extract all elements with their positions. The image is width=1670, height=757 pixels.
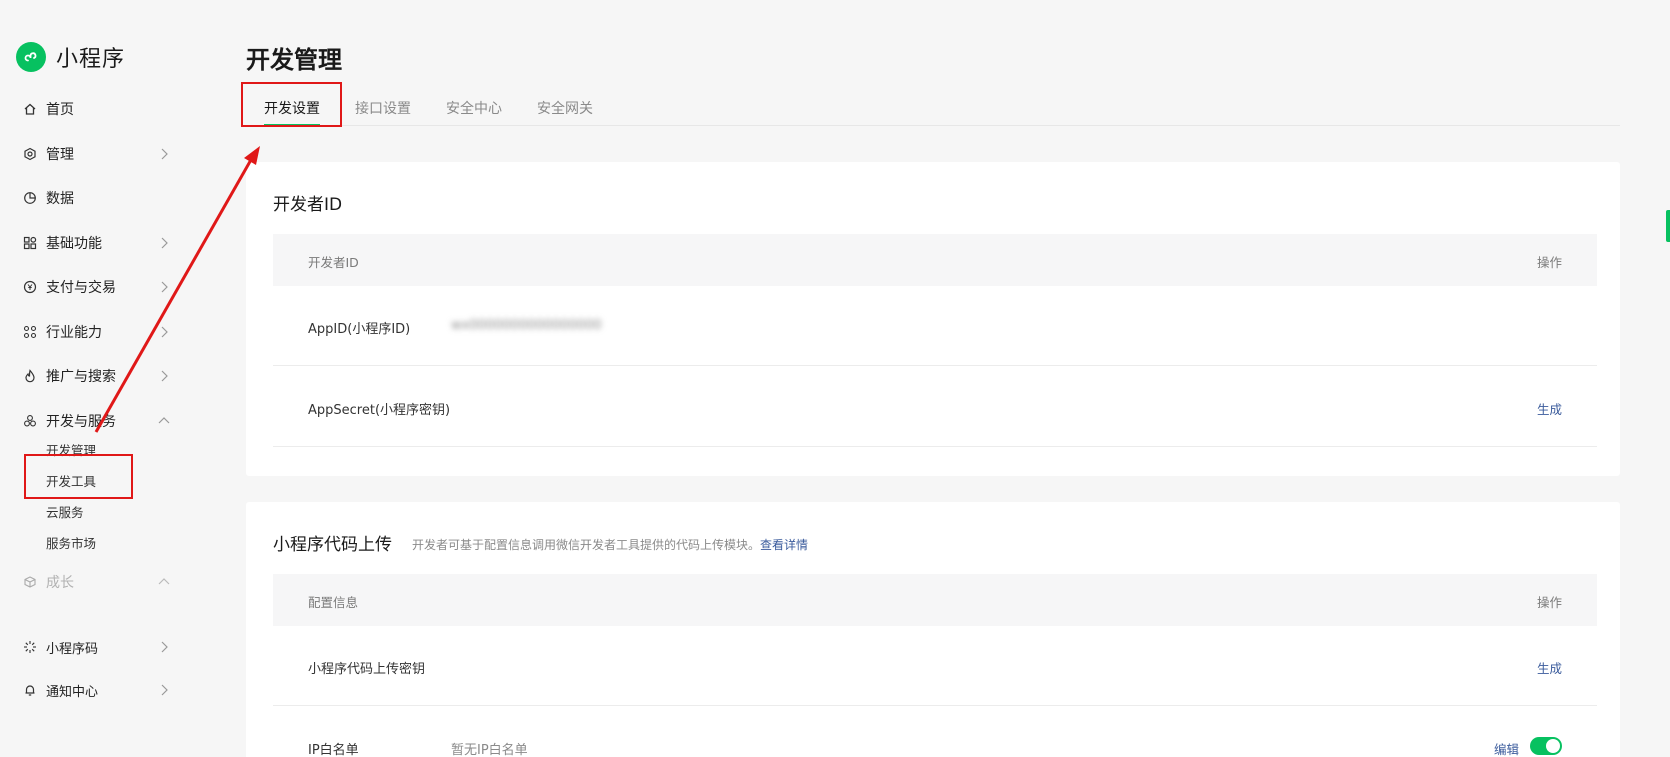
- annotation-arrow-icon: [94, 146, 260, 433]
